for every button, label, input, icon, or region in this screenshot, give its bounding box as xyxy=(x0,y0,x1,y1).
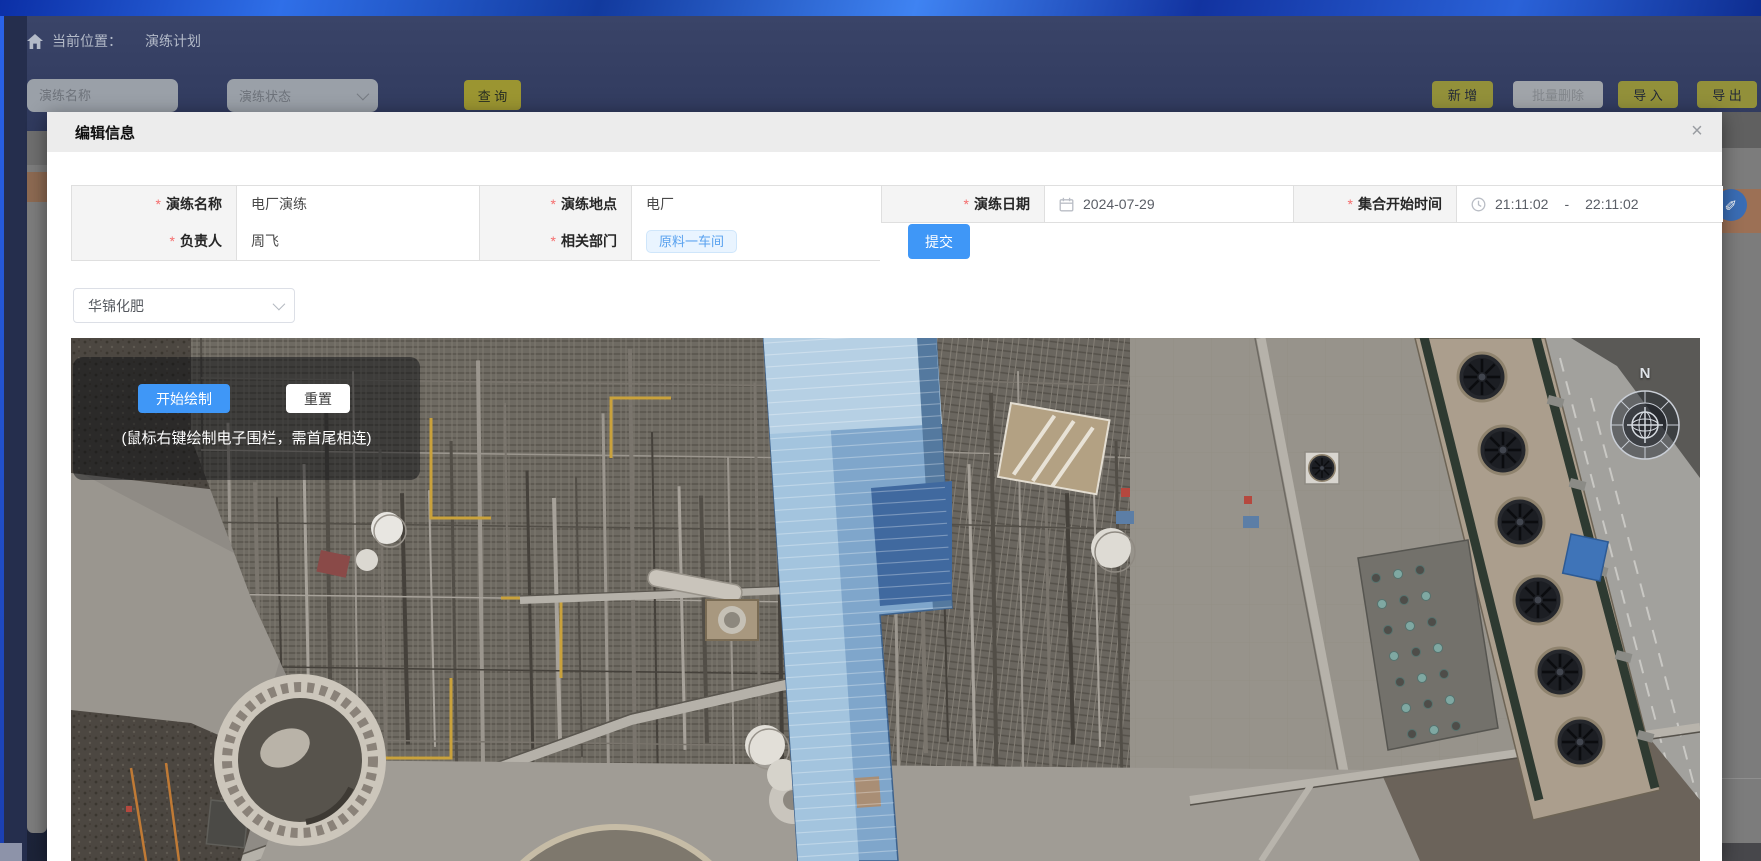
table-left-fragment-row xyxy=(27,172,47,202)
add-button[interactable]: 新 增 xyxy=(1432,81,1493,108)
compass-north-label: N xyxy=(1605,365,1685,382)
status-select-placeholder: 演练状态 xyxy=(239,86,291,105)
satellite-map[interactable]: 开始绘制 重置 (鼠标右键绘制电子围栏，需首尾相连) N xyxy=(71,338,1700,861)
dialog-title: 编辑信息 xyxy=(75,122,135,143)
table-right-row-divider xyxy=(1722,778,1761,779)
gather-time-label: * 集合开始时间 xyxy=(1293,186,1456,222)
home-icon xyxy=(27,34,43,49)
calendar-icon xyxy=(1059,197,1074,212)
draw-control-panel: 开始绘制 重置 (鼠标右键绘制电子围栏，需首尾相连) xyxy=(73,357,420,480)
compass-rose-icon xyxy=(1605,385,1685,485)
table-right-footer xyxy=(1722,843,1761,861)
app-root: 当前位置： 演练计划 演练状态 查 询 新 增 批量删除 导 入 导 出 ✎ 编… xyxy=(0,0,1761,861)
required-mark: * xyxy=(170,233,175,249)
table-left-fragment-header xyxy=(27,131,47,165)
time-start: 21:11:02 xyxy=(1495,196,1548,212)
leader-label: * 负责人 xyxy=(72,222,236,260)
compass-control[interactable]: N xyxy=(1605,365,1685,485)
page-footer-fragment xyxy=(0,843,22,861)
status-select[interactable]: 演练状态 xyxy=(227,79,378,112)
chevron-down-icon xyxy=(357,88,370,101)
breadcrumb-label: 当前位置： xyxy=(52,31,122,51)
import-button[interactable]: 导 入 xyxy=(1618,81,1678,108)
clock-icon xyxy=(1471,197,1486,212)
required-mark: * xyxy=(964,196,969,212)
drill-name-field[interactable]: 电厂演练 xyxy=(236,186,479,222)
required-mark: * xyxy=(1348,196,1353,212)
dialog-header: 编辑信息 × xyxy=(47,112,1722,152)
required-mark: * xyxy=(551,233,556,249)
form-row-2: * 负责人 周飞 * 相关部门 原料一车间 xyxy=(71,222,880,261)
edit-dialog: 编辑信息 × * 演练名称 电厂演练 * 演练地点 电厂 * 演练日期 xyxy=(47,112,1722,861)
table-left-fragment xyxy=(27,131,47,833)
time-separator: - xyxy=(1564,196,1569,212)
map-blue-hut xyxy=(1563,534,1608,581)
department-tag[interactable]: 原料一车间 xyxy=(646,230,737,253)
form-row-1: * 演练名称 电厂演练 * 演练地点 电厂 * 演练日期 xyxy=(71,185,1722,223)
left-edge-panel xyxy=(4,16,27,861)
draw-hint-text: (鼠标右键绘制电子围栏，需首尾相连) xyxy=(73,427,420,448)
edit-pencil-icon: ✎ xyxy=(1722,199,1740,212)
company-select-value: 华锦化肥 xyxy=(88,296,144,316)
department-label: * 相关部门 xyxy=(479,222,631,260)
map-pad-flange xyxy=(706,600,758,640)
close-icon[interactable]: × xyxy=(1684,118,1710,144)
single-fan-unit xyxy=(1305,452,1339,484)
department-field[interactable]: 原料一车间 xyxy=(631,222,881,260)
breadcrumb-page: 演练计划 xyxy=(145,31,201,51)
reset-button[interactable]: 重置 xyxy=(286,384,350,413)
table-right-fragment-header xyxy=(1722,112,1761,148)
map-big-tank xyxy=(214,674,386,846)
drill-place-label: * 演练地点 xyxy=(479,186,631,222)
search-input[interactable] xyxy=(27,79,178,112)
drill-date-field[interactable]: 2024-07-29 xyxy=(1044,186,1293,222)
drill-date-label: * 演练日期 xyxy=(881,186,1044,222)
batch-delete-button[interactable]: 批量删除 xyxy=(1513,81,1603,108)
required-mark: * xyxy=(156,196,161,212)
time-end: 22:11:02 xyxy=(1585,196,1638,212)
drill-name-label: * 演练名称 xyxy=(72,186,236,222)
chevron-down-icon xyxy=(273,298,286,311)
top-banner xyxy=(0,0,1761,16)
export-button[interactable]: 导 出 xyxy=(1697,81,1757,108)
required-mark: * xyxy=(551,196,556,212)
query-button[interactable]: 查 询 xyxy=(464,80,521,110)
leader-field[interactable]: 周飞 xyxy=(236,222,479,260)
company-select[interactable]: 华锦化肥 xyxy=(73,288,295,323)
submit-button[interactable]: 提交 xyxy=(908,224,970,259)
gather-time-field[interactable]: 21:11:02 - 22:11:02 xyxy=(1456,186,1723,222)
drill-place-field[interactable]: 电厂 xyxy=(631,186,881,222)
start-draw-button[interactable]: 开始绘制 xyxy=(138,384,230,413)
breadcrumb: 当前位置： 演练计划 xyxy=(27,31,201,51)
